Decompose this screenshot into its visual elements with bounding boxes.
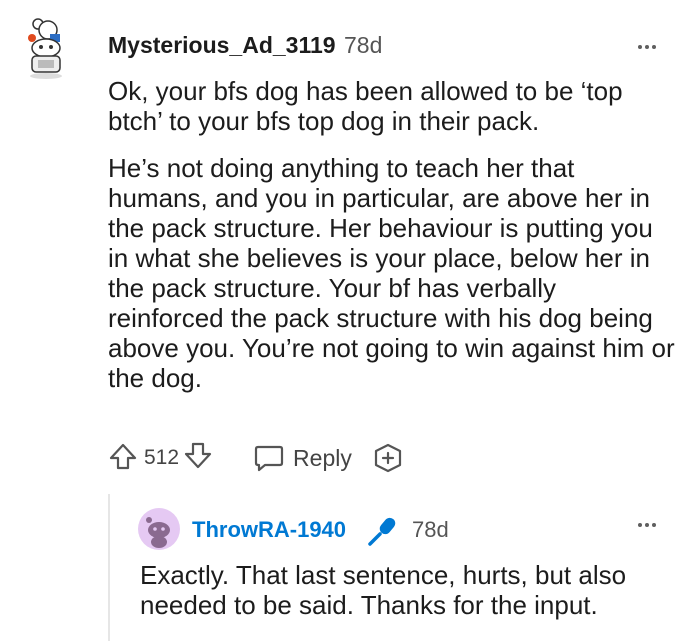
reply-avatar[interactable] [138, 508, 180, 550]
upvote-icon[interactable] [108, 441, 138, 476]
downvote-icon[interactable] [183, 441, 213, 476]
reply-button[interactable]: Reply [253, 443, 352, 473]
reply-age: 78d [412, 517, 449, 542]
comment-paragraph-2: He’s not doing anything to teach her tha… [108, 153, 675, 393]
commenter-username[interactable]: Mysterious_Ad_3119 [108, 32, 336, 59]
comment-paragraph-1: Ok, your bfs dog has been allowed to be … [108, 76, 623, 136]
commenter-avatar[interactable] [14, 14, 78, 80]
more-options-icon[interactable] [638, 514, 659, 532]
award-button[interactable] [372, 442, 404, 474]
reply-username[interactable]: ThrowRA-1940 [192, 517, 346, 543]
more-options-icon[interactable] [638, 36, 659, 54]
microphone-icon [364, 514, 400, 553]
snoo-avatar-icon [28, 18, 62, 79]
default-avatar-icon [138, 508, 180, 550]
award-plus-icon [374, 443, 401, 473]
comment-bubble-icon [254, 445, 284, 472]
reply-label: Reply [293, 444, 352, 471]
comment-age: 78d [344, 32, 383, 58]
vote-count: 512 [144, 446, 180, 469]
comment-actions: 512 Reply [108, 438, 404, 478]
thread-line[interactable] [108, 494, 110, 641]
comment-body: Ok, your bfs dog has been allowed to be … [108, 76, 678, 410]
reply-body: Exactly. That last sentence, hurts, but … [140, 560, 627, 620]
